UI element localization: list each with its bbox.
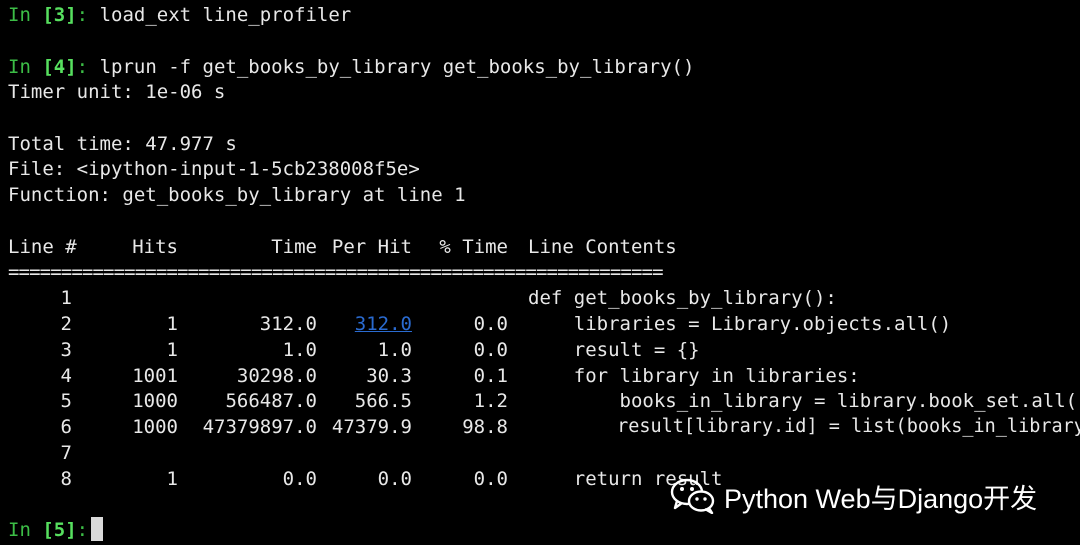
row-per-hit: 566.5 — [354, 390, 412, 412]
text-cursor — [91, 517, 103, 541]
prompt-colon: : — [76, 56, 89, 78]
row-line-number: 7 — [60, 442, 72, 464]
row-contents: libraries = Library.objects.all() — [528, 313, 952, 335]
function-line: Function: get_books_by_library at line 1 — [8, 184, 466, 206]
header-line-number: Line # — [8, 236, 77, 258]
file-line: File: <ipython-input-1-5cb238008f5e> — [8, 158, 420, 180]
row-per-hit: 47379.9 — [331, 416, 412, 438]
input-line-4: In [4]: lprun -f get_books_by_library ge… — [8, 55, 694, 79]
row-contents: books_in_library = library.book_set.all(… — [528, 390, 1080, 412]
row-line-number: 5 — [60, 390, 72, 412]
row-hits: 1000 — [132, 390, 178, 412]
watermark: Python Web与Django开发 — [670, 476, 1037, 516]
watermark-text: Python Web与Django开发 — [724, 483, 1038, 514]
header-pct-time: % Time — [439, 236, 508, 258]
row-hits: 1001 — [132, 365, 178, 387]
row-time: 0.0 — [282, 468, 317, 490]
header-per-hit: Per Hit — [331, 236, 412, 258]
row-per-hit: 0.0 — [377, 468, 412, 490]
row-contents: result = {} — [528, 339, 700, 361]
prompt-colon: : — [76, 4, 89, 26]
terminal-window[interactable]: In [3]: load_ext line_profiler In [4]: l… — [0, 0, 1080, 545]
row-time: 1.0 — [282, 339, 317, 361]
input-line-3: In [3]: load_ext line_profiler — [8, 3, 351, 27]
row-line-number: 3 — [60, 339, 72, 361]
row-pct-time: 0.1 — [473, 365, 508, 387]
prompt-label: In — [8, 56, 31, 78]
prompt-number: [5] — [42, 519, 77, 541]
row-pct-time: 98.8 — [462, 416, 508, 438]
row-time: 566487.0 — [225, 390, 317, 412]
wechat-icon — [670, 478, 715, 514]
per-hit-link[interactable]: 312.0 — [355, 313, 412, 335]
row-hits: 1 — [166, 313, 178, 335]
row-contents: result[library.id] = list(books_in_libra… — [528, 416, 1080, 437]
row-hits: 1000 — [132, 416, 178, 438]
row-line-number: 2 — [60, 313, 72, 335]
prompt-number: [3] — [42, 4, 77, 26]
row-pct-time: 0.0 — [473, 468, 508, 490]
row-contents: for library in libraries: — [528, 365, 860, 387]
row-per-hit: 30.3 — [366, 365, 412, 387]
row-line-number: 1 — [60, 287, 72, 309]
prompt-label: In — [8, 4, 31, 26]
timer-unit-line: Timer unit: 1e-06 s — [8, 81, 226, 103]
header-time: Time — [271, 236, 317, 258]
prompt-number: [4] — [42, 56, 77, 78]
prompt-label: In — [8, 519, 31, 541]
total-time-line: Total time: 47.977 s — [8, 133, 237, 155]
row-time: 47379897.0 — [202, 416, 317, 438]
row-time: 30298.0 — [236, 365, 317, 387]
row-contents: def get_books_by_library(): — [528, 287, 837, 309]
prompt-colon: : — [76, 519, 89, 541]
row-pct-time: 0.0 — [473, 313, 508, 335]
row-time: 312.0 — [259, 313, 317, 335]
header-line-contents: Line Contents — [528, 236, 677, 258]
command-text: lprun -f get_books_by_library get_books_… — [88, 56, 695, 78]
row-line-number: 4 — [60, 365, 72, 387]
input-line-5[interactable]: In [5]: — [8, 518, 88, 542]
row-per-hit-link[interactable]: 312.0 — [320, 312, 412, 336]
row-line-number: 8 — [60, 468, 72, 490]
row-hits: 1 — [166, 339, 178, 361]
row-pct-time: 0.0 — [473, 339, 508, 361]
row-hits: 1 — [166, 468, 178, 490]
row-pct-time: 1.2 — [473, 390, 508, 412]
header-hits: Hits — [132, 236, 178, 258]
table-separator: ========================================… — [8, 261, 664, 283]
row-per-hit: 1.0 — [377, 339, 412, 361]
row-line-number: 6 — [60, 416, 72, 438]
command-text: load_ext line_profiler — [88, 4, 352, 26]
